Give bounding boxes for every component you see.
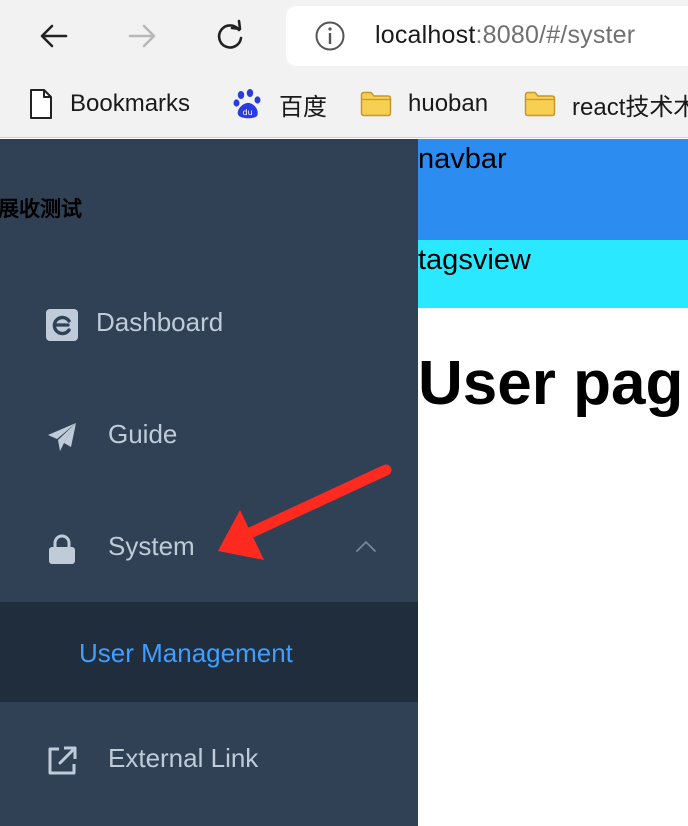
bookmark-label: react技术木 bbox=[572, 93, 688, 121]
info-icon[interactable] bbox=[314, 20, 346, 52]
bookmark-label: 百度 bbox=[279, 93, 327, 121]
sidebar-item-label: External Link bbox=[108, 743, 259, 773]
bookmark-huoban[interactable]: huoban bbox=[360, 84, 488, 124]
url-text[interactable]: localhost:8080/#/syster bbox=[375, 21, 635, 50]
sidebar-item-system[interactable]: System bbox=[0, 493, 418, 605]
forward-button[interactable] bbox=[118, 12, 166, 60]
folder-icon bbox=[524, 91, 556, 117]
external-link-icon bbox=[48, 746, 77, 775]
document-icon bbox=[30, 89, 52, 119]
tagsview-text: tagsview bbox=[418, 244, 531, 276]
chevron-up-icon[interactable] bbox=[354, 537, 378, 557]
navbar: navbar bbox=[418, 139, 688, 240]
url-host: localhost bbox=[375, 21, 476, 49]
back-arrow-icon bbox=[40, 24, 68, 48]
folder-icon bbox=[360, 91, 392, 117]
page-title: User pag bbox=[418, 349, 684, 418]
reload-icon bbox=[217, 19, 243, 49]
browser-toolbar: localhost:8080/#/syster bbox=[0, 0, 688, 72]
bookmarks-bar: Bookmarks du 百度 huoban react技术木 bbox=[0, 72, 688, 138]
reload-button[interactable] bbox=[206, 12, 254, 60]
back-button[interactable] bbox=[30, 12, 78, 60]
sidebar-subitem-user-management[interactable]: User Management bbox=[0, 602, 418, 702]
tagsview: tagsview bbox=[418, 240, 688, 308]
sidebar-item-label: Guide bbox=[108, 419, 178, 449]
bookmark-label: Bookmarks bbox=[70, 90, 191, 117]
sidebar-item-external-link[interactable]: External Link bbox=[0, 705, 418, 817]
sidebar-item-label: System bbox=[108, 531, 195, 561]
sidebar-item-label: Dashboard bbox=[96, 307, 224, 337]
svg-text:du: du bbox=[243, 108, 253, 117]
bookmark-react[interactable]: react技术木 bbox=[524, 84, 688, 124]
bookmark-label: huoban bbox=[408, 90, 489, 117]
url-path: :8080/#/syster bbox=[475, 21, 636, 49]
address-bar[interactable]: localhost:8080/#/syster bbox=[286, 6, 688, 66]
sidebar-item-guide[interactable]: Guide bbox=[0, 381, 418, 493]
sidebar: 展收测试 Dashboard Guide System User Managem… bbox=[0, 139, 418, 826]
sidebar-item-dashboard[interactable]: Dashboard bbox=[0, 269, 418, 381]
bookmark-baidu[interactable]: du 百度 bbox=[233, 84, 327, 124]
baidu-paw-icon: du bbox=[233, 89, 261, 119]
forward-arrow-icon bbox=[128, 24, 156, 48]
sidebar-title: 展收测试 bbox=[0, 197, 82, 221]
sidebar-subitem-label: User Management bbox=[79, 638, 293, 668]
lock-icon bbox=[49, 534, 75, 564]
dashboard-icon bbox=[46, 309, 78, 341]
bookmark-bookmarks[interactable]: Bookmarks bbox=[28, 84, 190, 124]
navbar-text: navbar bbox=[418, 143, 507, 175]
paper-plane-icon bbox=[48, 423, 76, 451]
